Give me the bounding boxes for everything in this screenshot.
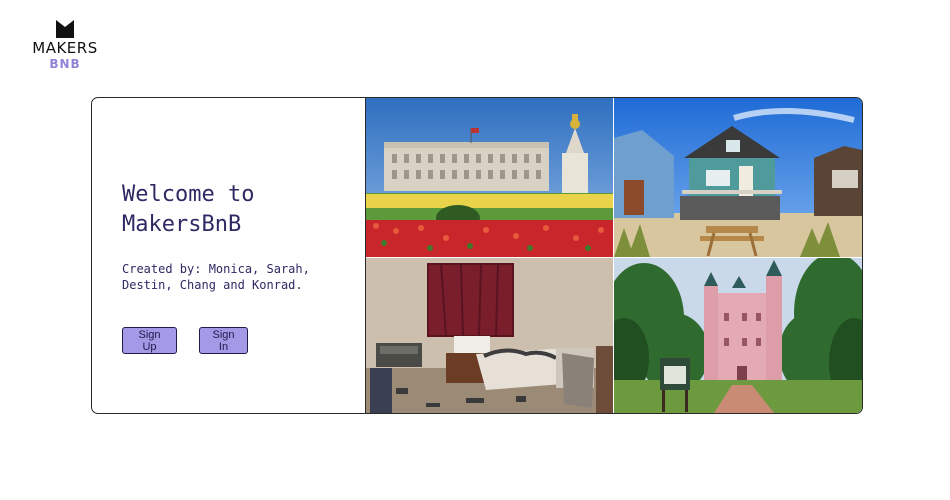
palace-photo: [366, 98, 613, 257]
pink-castle-photo: [614, 258, 862, 413]
site-logo[interactable]: MAKERS BNB: [31, 20, 99, 78]
sign-in-button[interactable]: Sign In: [199, 327, 248, 354]
hero-text-panel: Welcome to MakersBnB Created by: Monica,…: [92, 98, 366, 413]
logo-text-bnb: BNB: [49, 57, 81, 71]
page-title: Welcome to MakersBnB: [122, 182, 255, 237]
hero-card: Welcome to MakersBnB Created by: Monica,…: [91, 97, 863, 414]
sign-up-button[interactable]: Sign Up: [122, 327, 177, 354]
beach-hut-photo: [614, 98, 862, 257]
logo-text-makers: MAKERS: [32, 39, 98, 57]
photo-grid: [366, 98, 862, 413]
crown-icon: [56, 20, 74, 38]
messy-room-photo: [366, 258, 613, 413]
credits-text: Created by: Monica, Sarah, Destin, Chang…: [122, 262, 310, 292]
